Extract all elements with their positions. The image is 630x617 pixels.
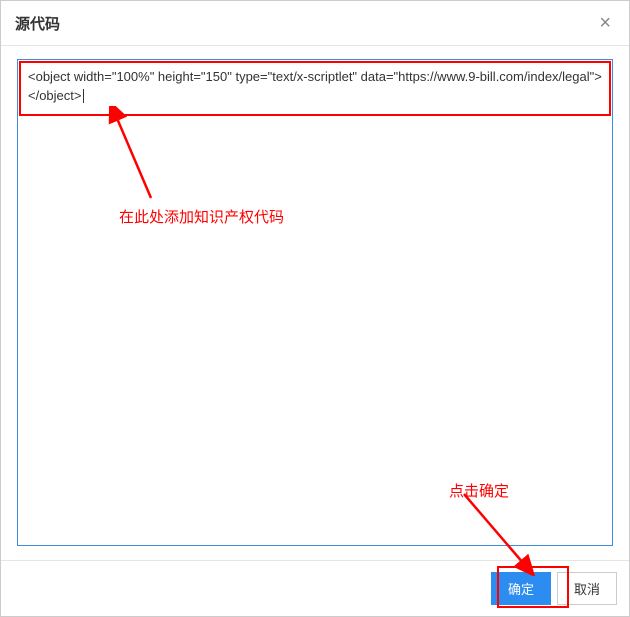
code-textarea[interactable]: <object width="100%" height="150" type="… — [17, 59, 613, 546]
dialog-header: 源代码 × — [1, 1, 629, 46]
close-icon[interactable]: × — [595, 11, 615, 35]
code-content[interactable]: <object width="100%" height="150" type="… — [18, 60, 612, 114]
confirm-button[interactable]: 确定 — [491, 572, 551, 605]
dialog-body: <object width="100%" height="150" type="… — [1, 45, 629, 560]
text-cursor — [83, 89, 84, 103]
cancel-button[interactable]: 取消 — [557, 572, 617, 605]
dialog-footer: 确定 取消 — [1, 560, 629, 616]
source-code-dialog: 源代码 × <object width="100%" height="150" … — [0, 0, 630, 617]
dialog-title: 源代码 — [15, 13, 60, 34]
